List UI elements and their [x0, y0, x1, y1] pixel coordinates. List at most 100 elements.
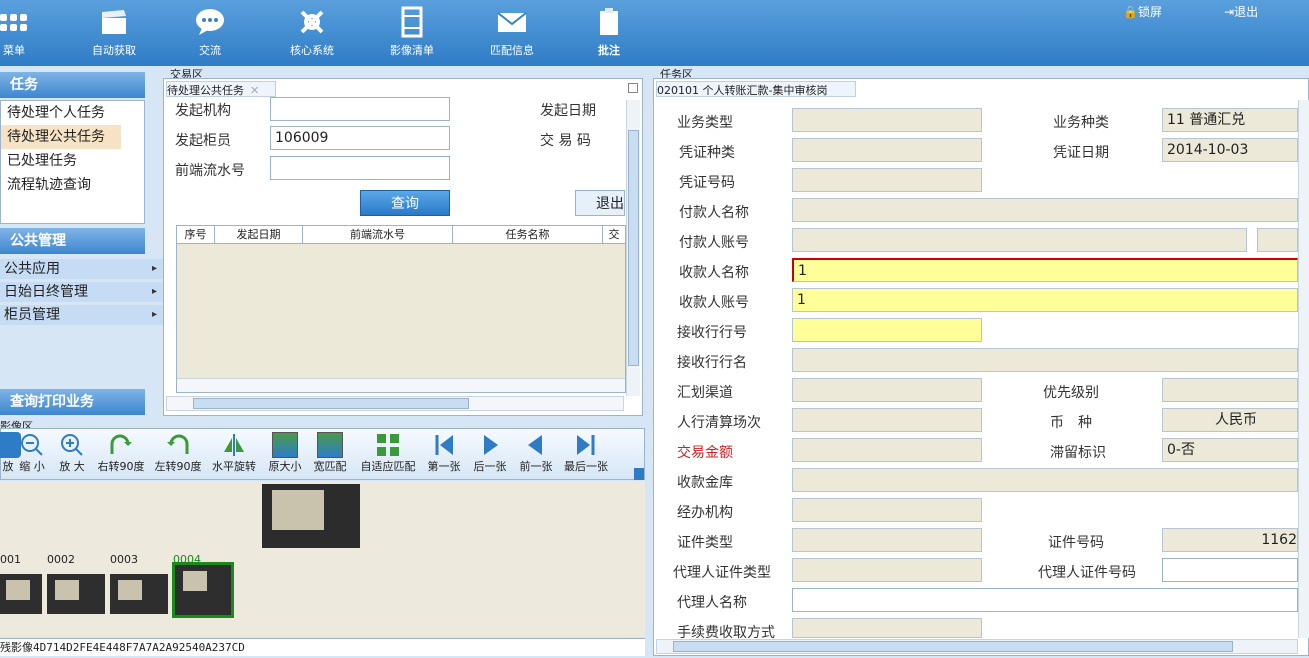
col-date[interactable]: 发起日期 — [215, 226, 303, 243]
task-item-public[interactable]: 待处理公共任务 — [1, 125, 121, 149]
voucher-date-input[interactable]: 2014-10-03 — [1162, 138, 1298, 162]
amount-input[interactable] — [792, 438, 982, 462]
channel-select[interactable] — [792, 378, 982, 402]
clearing-input[interactable] — [792, 408, 982, 432]
agent-id-type-select[interactable] — [792, 558, 982, 582]
exit-button[interactable]: 退出 — [575, 190, 625, 216]
match-info-button[interactable]: 匹配信息 — [472, 6, 552, 58]
toolbar-expand-icon[interactable] — [634, 468, 644, 480]
flip-horizontal-icon — [224, 434, 244, 456]
thumb-label-2: 0002 — [47, 553, 75, 566]
teller-mgmt-item[interactable]: 柜员管理 — [0, 305, 163, 325]
col-flow-no[interactable]: 前端流水号 — [303, 226, 453, 243]
next-page-tool[interactable]: 后一张 — [468, 432, 512, 474]
zoom-out-tool[interactable]: 缩 小 — [10, 432, 54, 474]
flip-horizontal-tool[interactable]: 水平旋转 — [208, 432, 260, 474]
lock-screen-button[interactable]: 🔒锁屏 — [1123, 3, 1162, 20]
auto-fit-tool[interactable]: 自适应匹配 — [356, 432, 420, 474]
flow-no-input[interactable] — [270, 156, 450, 180]
task-header-label: 任务 — [0, 72, 145, 98]
task-item-flow-trace[interactable]: 流程轨迹查询 — [1, 173, 144, 197]
image-list-button[interactable]: 影像清单 — [372, 6, 452, 58]
payee-acct-input[interactable]: 1 — [792, 288, 1298, 312]
voucher-date-label: 凭证日期 — [1053, 145, 1109, 161]
org-input[interactable] — [270, 97, 450, 121]
thumbnail[interactable] — [110, 574, 168, 614]
payee-name-input[interactable]: 1 — [792, 258, 1298, 282]
fee-mode-select[interactable] — [792, 618, 982, 638]
auto-fit-icon — [377, 434, 399, 456]
currency-select[interactable]: 人民币 — [1162, 408, 1298, 432]
agent-name-input[interactable] — [792, 588, 1298, 612]
core-system-button[interactable]: 核心系统 — [272, 6, 352, 58]
agent-name-label: 代理人名称 — [677, 595, 747, 611]
payer-name-input[interactable] — [792, 198, 1298, 222]
mid-h-scrollbar[interactable] — [166, 396, 624, 411]
task-item-personal[interactable]: 待处理个人任务 — [1, 101, 144, 125]
public-mgmt-list: 公共应用 日始日终管理 柜员管理 — [0, 259, 163, 328]
table-h-scrollbar[interactable] — [177, 378, 625, 392]
image-list-label: 影像清单 — [390, 44, 434, 57]
thumbnail-selected[interactable] — [172, 562, 234, 618]
maximize-icon[interactable] — [628, 83, 638, 93]
mail-icon — [497, 12, 527, 32]
tab-pending-public[interactable]: 待处理公共任务 ✕ — [166, 81, 276, 97]
recv-bank-name-label: 接收行行名 — [677, 355, 747, 371]
rotate-left-label: 左转90度 — [154, 460, 202, 473]
teller-input[interactable]: 106009 — [270, 126, 450, 150]
date-label: 发起日期 — [540, 103, 596, 119]
day-start-end-item[interactable]: 日始日终管理 — [0, 282, 163, 302]
original-size-tool[interactable]: 原大小 — [263, 432, 307, 474]
vault-input[interactable] — [792, 468, 1298, 492]
menu-button[interactable]: 菜单 — [0, 6, 54, 58]
org-input-right[interactable] — [792, 498, 982, 522]
id-type-select[interactable] — [792, 528, 982, 552]
mid-vertical-scrollbar[interactable] — [626, 100, 640, 396]
annotate-button[interactable]: 批注 — [569, 6, 649, 58]
query-button[interactable]: 查询 — [360, 190, 450, 216]
thumbnail[interactable] — [47, 574, 105, 614]
retention-select[interactable]: 0-否 — [1162, 438, 1298, 462]
col-tx[interactable]: 交 — [603, 226, 625, 243]
scanned-image[interactable] — [262, 484, 360, 548]
auto-fetch-button[interactable]: 自动获取 — [74, 6, 154, 58]
voucher-no-input[interactable] — [792, 168, 982, 192]
payer-acct-input[interactable] — [792, 228, 1247, 252]
priority-select[interactable] — [1162, 378, 1298, 402]
next-page-label: 后一张 — [473, 460, 507, 473]
col-seq[interactable]: 序号 — [177, 226, 215, 243]
recv-bank-name-input[interactable] — [792, 348, 1298, 372]
amount-label: 交易金额 — [677, 445, 733, 461]
voucher-kind-select[interactable] — [792, 138, 982, 162]
chat-label: 交流 — [199, 44, 221, 57]
tab-transfer-review-label: 020101 个人转账汇款-集中审核岗 — [657, 84, 828, 97]
payer-acct-extra-input[interactable] — [1257, 228, 1298, 252]
thumbnail[interactable] — [0, 574, 42, 614]
print-header-label: 查询打印业务 — [0, 389, 145, 415]
biz-kind-select[interactable]: 11 普通汇兑 — [1162, 108, 1298, 132]
first-page-tool[interactable]: 第一张 — [422, 432, 466, 474]
biz-type-select[interactable] — [792, 108, 982, 132]
image-status-bar: 残影像4D714D2FE4E448F7A7A2A92540A237CD — [0, 638, 645, 656]
close-icon[interactable]: ✕ — [250, 84, 259, 97]
public-app-item[interactable]: 公共应用 — [0, 259, 163, 279]
task-item-processed[interactable]: 已处理任务 — [1, 149, 144, 173]
teller-label: 发起柜员 — [175, 133, 231, 149]
payer-acct-label: 付款人账号 — [679, 235, 749, 251]
rotate-left-tool[interactable]: 左转90度 — [152, 432, 204, 474]
id-no-label: 证件号码 — [1048, 535, 1104, 551]
fit-width-tool[interactable]: 宽匹配 — [308, 432, 352, 474]
col-task-name[interactable]: 任务名称 — [453, 226, 603, 243]
tab-transfer-review[interactable]: 020101 个人转账汇款-集中审核岗 — [656, 81, 856, 97]
last-page-tool[interactable]: 最后一张 — [560, 432, 612, 474]
chat-button[interactable]: 交流 — [170, 6, 250, 58]
agent-id-no-input[interactable] — [1162, 558, 1298, 582]
prev-page-tool[interactable]: 前一张 — [514, 432, 558, 474]
recv-bank-no-input[interactable] — [792, 318, 982, 342]
id-no-input[interactable]: 1162 — [1162, 528, 1298, 552]
retention-label: 滞留标识 — [1050, 445, 1106, 461]
rotate-right-tool[interactable]: 右转90度 — [96, 432, 146, 474]
logout-button[interactable]: ⇥退出 — [1224, 3, 1258, 20]
zoom-in-tool[interactable]: 放 大 — [50, 432, 94, 474]
form-vertical-scrollbar[interactable] — [1298, 100, 1309, 638]
